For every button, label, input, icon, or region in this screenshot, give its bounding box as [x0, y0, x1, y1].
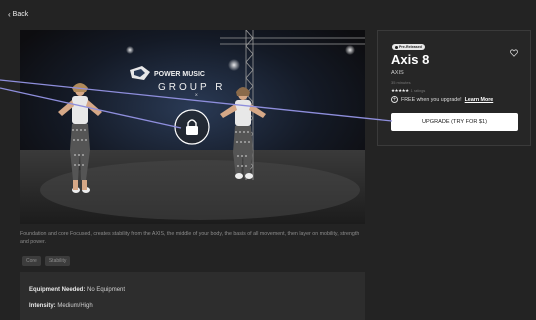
logo-text-1: POWER MUSIC	[154, 71, 205, 78]
class-title: Axis 8	[391, 52, 430, 67]
stage-light	[345, 45, 355, 55]
class-program: AXIS	[391, 70, 404, 76]
details-card: Equipment Needed: No Equipment Intensity…	[20, 272, 365, 320]
class-info-panel: Pre-Released Axis 8 AXIS 35 minutes ★★★★…	[377, 30, 531, 146]
learn-more-link[interactable]: Learn More	[465, 97, 494, 103]
video-thumbnail: POWER MUSIC GROUP R X	[20, 30, 365, 224]
intensity-value: Medium/High	[57, 303, 93, 309]
back-label: Back	[12, 11, 29, 18]
top-bar: ‹ Back	[0, 0, 536, 30]
equipment-row: Equipment Needed: No Equipment	[29, 287, 125, 293]
video-player[interactable]: POWER MUSIC GROUP R X	[20, 30, 365, 224]
intensity-row: Intensity: Medium/High	[29, 303, 93, 309]
equipment-label: Equipment Needed:	[29, 287, 86, 293]
intensity-label: Intensity:	[29, 303, 56, 309]
free-text: FREE when you upgrade!	[401, 96, 462, 103]
stage-light	[126, 46, 134, 54]
back-button[interactable]: ‹ Back	[8, 10, 29, 19]
free-upgrade-note: + FREE when you upgrade! Learn More	[391, 96, 493, 103]
stage-light	[228, 59, 240, 71]
tag-chip[interactable]: Stability	[44, 256, 71, 266]
rating: ★★★★★ 1 ratings	[391, 88, 425, 94]
upgrade-button[interactable]: UPGRADE (TRY FOR $1)	[391, 113, 518, 131]
equipment-value: No Equipment	[87, 287, 126, 293]
chevron-left-icon: ‹	[8, 10, 11, 19]
favorite-button[interactable]	[510, 44, 518, 62]
badge-label: Pre-Released	[399, 45, 422, 49]
rating-count: 1 ratings	[410, 89, 426, 93]
pre-released-badge: Pre-Released	[392, 44, 425, 50]
class-duration: 35 minutes	[391, 80, 411, 85]
logo-text-2: GROUP R	[158, 82, 226, 93]
tag-chip[interactable]: Core	[22, 256, 41, 266]
plus-circle-icon: +	[391, 96, 398, 103]
badge-dot-icon	[395, 45, 398, 49]
heart-icon	[510, 49, 518, 57]
description: Foundation and core Focused, creates sta…	[20, 231, 360, 245]
lock-button[interactable]	[174, 109, 210, 145]
logo-text-sub: X	[195, 92, 198, 97]
tag-list: Core Stability	[22, 256, 71, 266]
star-rating-icon: ★★★★★	[391, 88, 409, 93]
